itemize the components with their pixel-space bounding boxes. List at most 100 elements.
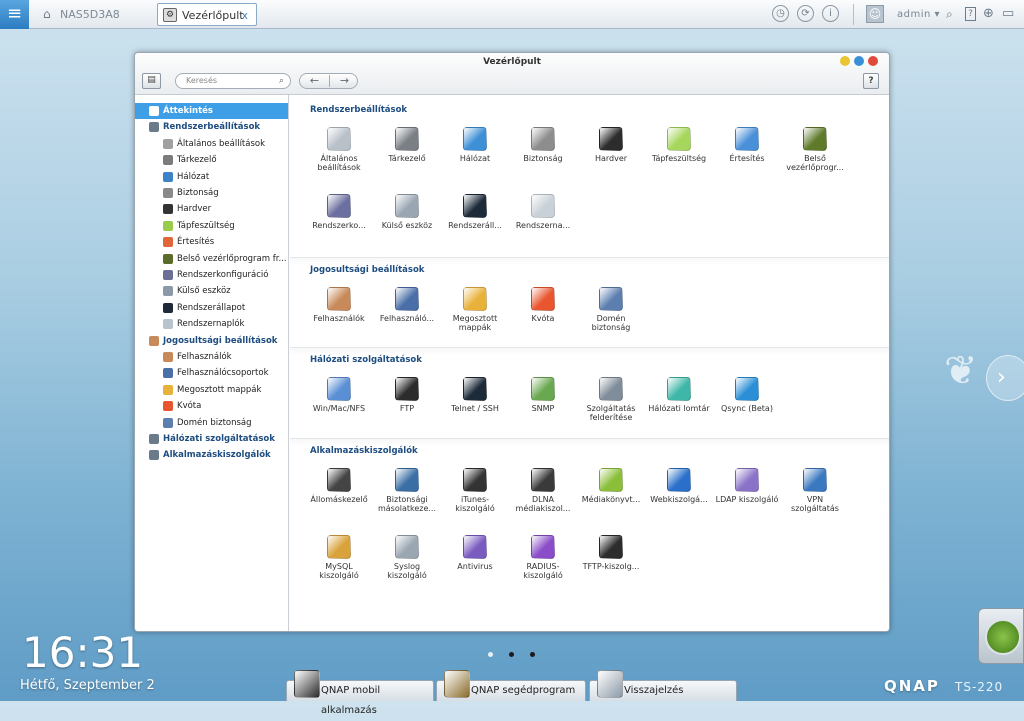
control-panel-shortcut[interactable]: Hálózati lomtár [646,377,712,413]
control-panel-shortcut[interactable]: Általános beállítások [306,127,372,172]
language-icon[interactable]: ⊕ [983,5,994,25]
control-panel-shortcut[interactable]: VPN szolgáltatás [782,468,848,513]
info-icon[interactable]: i [822,5,839,22]
section-title: Alkalmazáskiszolgálók [310,446,418,456]
search-placeholder: Keresés [186,76,218,85]
sidebar-item[interactable]: Felhasználók [135,349,288,365]
sidebar-item[interactable]: Jogosultsági beállítások [135,333,288,349]
control-panel-shortcut[interactable]: Felhasználók [306,287,372,323]
search-icon: ⌕ [278,76,284,86]
page-dot[interactable] [530,652,535,657]
control-panel-shortcut[interactable]: Külső eszköz [374,194,440,230]
control-panel-shortcut[interactable]: Tárkezelő [374,127,440,163]
control-panel-shortcut[interactable]: RADIUS-kiszolgáló [510,535,576,580]
control-panel-shortcut[interactable]: Rendszeráll... [442,194,508,230]
sidebar-item[interactable]: Rendszerállapot [135,300,288,316]
control-panel-tab[interactable]: ⚙ Vezérlőpult x [157,3,257,26]
sidebar-item[interactable]: Tárkezelő [135,152,288,168]
control-panel-shortcut[interactable]: Tápfeszültség [646,127,712,163]
control-panel-shortcut[interactable]: Rendszerna... [510,194,576,230]
forward-button[interactable]: → [330,74,359,88]
control-panel-shortcut[interactable]: Antivirus [442,535,508,571]
close-tab-icon[interactable]: x [241,4,248,27]
control-panel-shortcut[interactable]: Kvóta [510,287,576,323]
sidebar-item[interactable]: Rendszerkonfiguráció [135,267,288,283]
feedback-icon [597,670,623,698]
sidebar-item[interactable]: Felhasználócsoportok [135,365,288,381]
control-panel-shortcut[interactable]: Felhasználó... [374,287,440,323]
search-icon[interactable]: ⌕ [946,5,953,25]
control-panel-shortcut[interactable]: Értesítés [714,127,780,163]
maximize-icon[interactable] [854,56,864,66]
minimize-icon[interactable] [840,56,850,66]
sidebar-item[interactable]: Rendszerbeállítások [135,119,288,135]
sidebar-item[interactable]: Külső eszköz [135,283,288,299]
control-panel-shortcut[interactable]: MySQL kiszolgáló [306,535,372,580]
search-input[interactable]: Keresés ⌕ [175,73,291,89]
close-icon[interactable] [868,56,878,66]
shortcut-icon [599,468,623,492]
control-panel-shortcut[interactable]: Syslog kiszolgáló [374,535,440,580]
sidebar-item[interactable]: Rendszernaplók [135,316,288,332]
sidebar-item[interactable]: Megosztott mappák [135,382,288,398]
control-panel-shortcut[interactable]: FTP [374,377,440,413]
sidebar-item[interactable]: Áttekintés [135,103,288,119]
sidebar-item[interactable]: Hálózat [135,169,288,185]
sidebar-item[interactable]: Domén biztonság [135,415,288,431]
control-panel-shortcut[interactable]: Állomáskezelő [306,468,372,504]
sidebar-item-label: Értesítés [177,237,215,248]
control-panel-shortcut[interactable]: Biztonsági másolatkeze... [374,468,440,513]
sidebar-item[interactable]: Értesítés [135,234,288,250]
decorative-bird-icon: ❦ [944,348,978,394]
gauge-dial [985,619,1021,655]
control-panel-shortcut[interactable]: Rendszerko... [306,194,372,230]
control-panel-shortcut[interactable]: Webkiszolgá... [646,468,712,504]
sidebar-item[interactable]: Biztonság [135,185,288,201]
control-panel-shortcut[interactable]: Hálózat [442,127,508,163]
control-panel-shortcut[interactable]: Qsync (Beta) [714,377,780,413]
dashboard-gauge-icon[interactable] [978,608,1024,664]
control-panel-shortcut[interactable]: Telnet / SSH [442,377,508,413]
page-dot[interactable] [509,652,514,657]
control-panel-shortcut[interactable]: Belső vezérlőprogr... [782,127,848,172]
help-icon[interactable]: ? [965,7,976,21]
home-tab[interactable]: ⌂ NAS5D3A8 [34,3,152,26]
main-menu-button[interactable]: ≡ [0,0,29,29]
control-panel-shortcut[interactable]: SNMP [510,377,576,413]
sidebar-item[interactable]: Belső vezérlőprogram fr... [135,251,288,267]
control-panel-shortcut[interactable]: TFTP-kiszolg... [578,535,644,571]
shortcut-icon [327,194,351,218]
sidebar-item-icon [149,335,159,346]
sidebar-item[interactable]: Hálózati szolgáltatások [135,431,288,447]
control-panel-shortcut[interactable]: Biztonság [510,127,576,163]
next-desktop-button[interactable]: › [986,355,1024,401]
control-panel-shortcut[interactable]: DLNA médiakiszol... [510,468,576,513]
sidebar-item[interactable]: Alkalmazáskiszolgálók [135,447,288,463]
shortcut-icon [667,127,691,151]
external-device-icon[interactable]: ⟳ [797,5,814,22]
desktop-preferences-icon[interactable]: ▭ [1002,5,1014,25]
shortcut-icon [395,194,419,218]
sidebar-item-icon [163,368,173,379]
sidebar-item[interactable]: Kvóta [135,398,288,414]
sidebar-item[interactable]: Általános beállítások [135,136,288,152]
page-dot[interactable] [488,652,493,657]
sidebar-item[interactable]: Tápfeszültség [135,218,288,234]
sidebar-toggle-button[interactable]: ▤ [142,73,161,89]
control-panel-shortcut[interactable]: LDAP kiszolgáló [714,468,780,504]
sidebar-item-icon [163,237,173,248]
avatar[interactable]: ☺ [866,5,884,23]
control-panel-shortcut[interactable]: Megosztott mappák [442,287,508,332]
user-menu[interactable]: admin ▾ [897,6,940,26]
control-panel-shortcut[interactable]: Szolgáltatás felderítése [578,377,644,422]
sidebar-item[interactable]: Hardver [135,201,288,217]
control-panel-shortcut[interactable]: Domén biztonság [578,287,644,332]
back-button[interactable]: ← [300,74,329,88]
control-panel-shortcut[interactable]: iTunes-kiszolgáló [442,468,508,513]
shortcut-icon [463,194,487,218]
control-panel-shortcut[interactable]: Hardver [578,127,644,163]
control-panel-shortcut[interactable]: Win/Mac/NFS [306,377,372,413]
help-button[interactable]: ? [863,73,879,89]
control-panel-shortcut[interactable]: Médiakönyvt... [578,468,644,504]
background-task-icon[interactable]: ◷ [772,5,789,22]
